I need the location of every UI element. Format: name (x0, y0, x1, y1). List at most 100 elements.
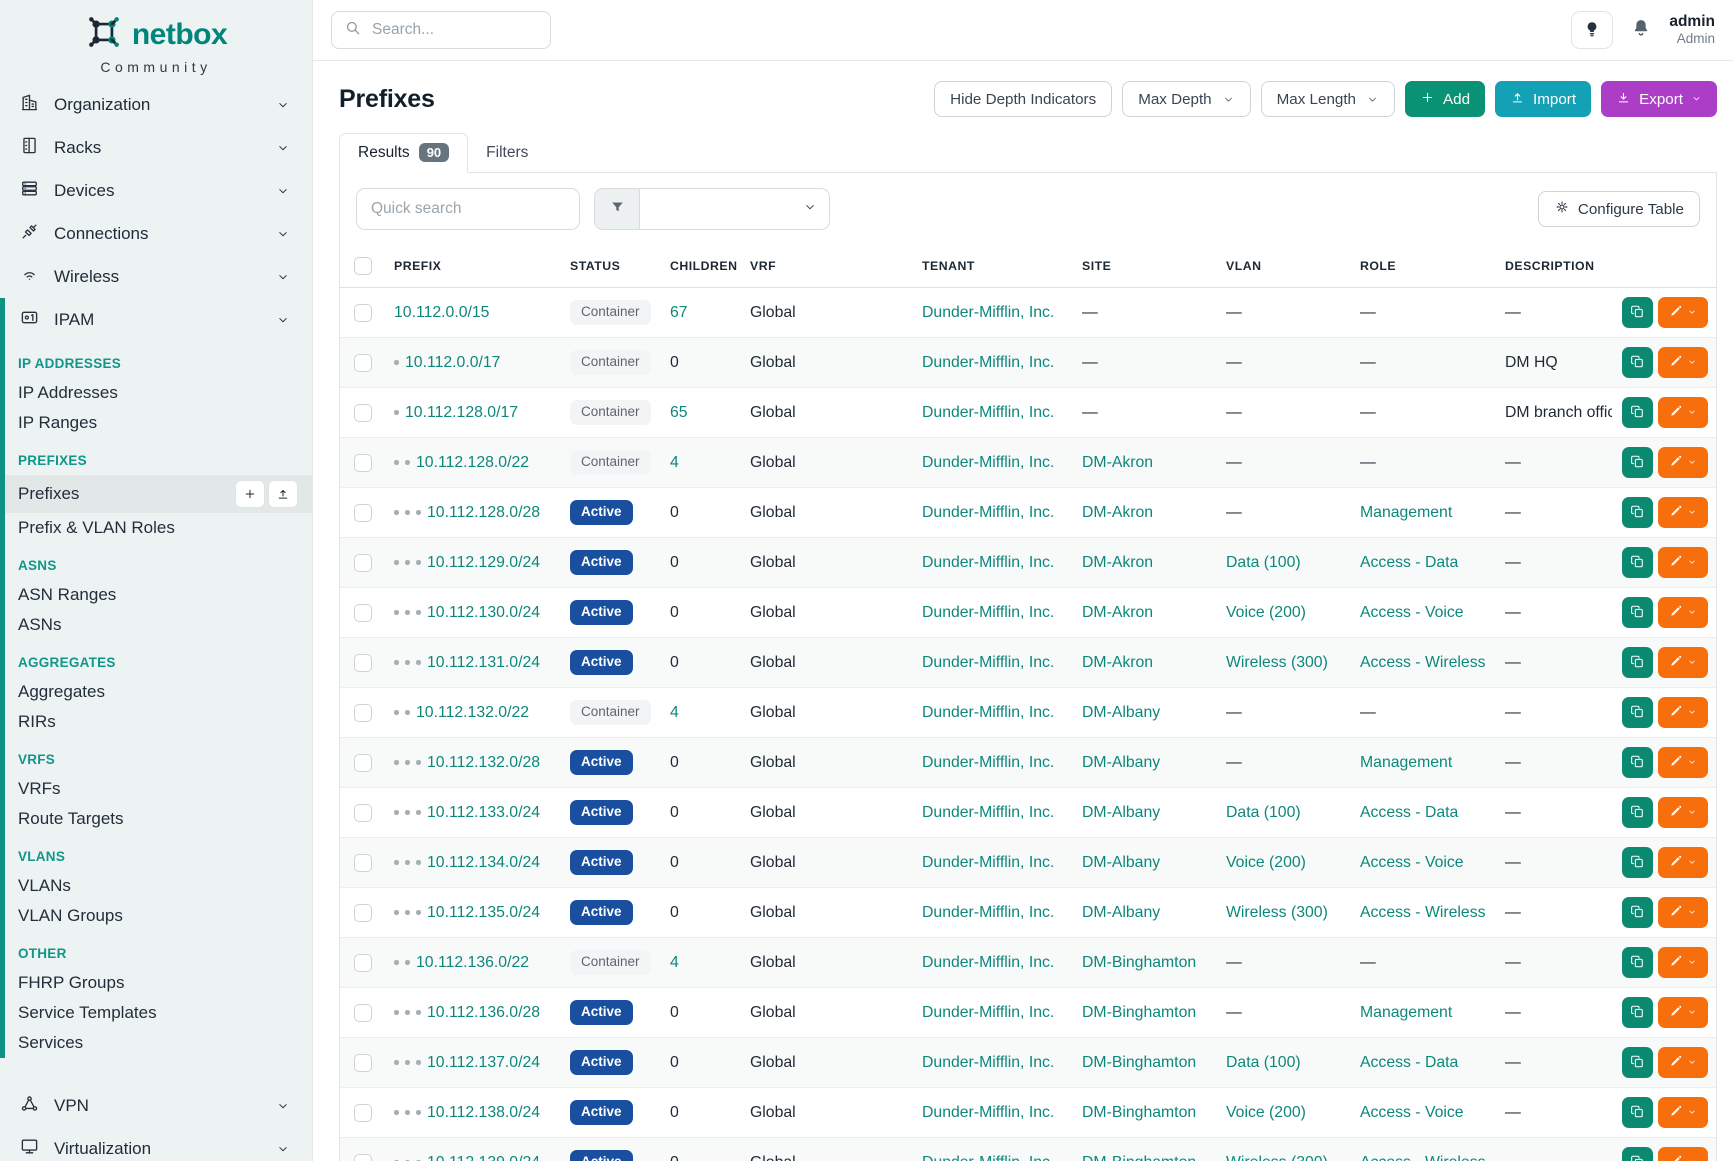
row-checkbox[interactable] (354, 354, 372, 372)
prefix-link[interactable]: 10.112.138.0/24 (427, 1104, 540, 1121)
children-link[interactable]: 4 (670, 704, 679, 721)
prefix-link[interactable]: 10.112.136.0/22 (416, 954, 529, 971)
role-link[interactable]: Management (1360, 754, 1452, 771)
edit-button[interactable] (1658, 697, 1708, 728)
sidebar-item-vrfs[interactable]: VRFs (5, 774, 312, 804)
user-menu[interactable]: admin Admin (1669, 12, 1715, 48)
prefix-link[interactable]: 10.112.132.0/22 (416, 704, 529, 721)
vlan-link[interactable]: Data (100) (1226, 554, 1301, 571)
row-checkbox[interactable] (354, 454, 372, 472)
select-all-checkbox[interactable] (354, 257, 372, 275)
tenant-link[interactable]: Dunder-Mifflin, Inc. (922, 854, 1054, 871)
prefix-link[interactable]: 10.112.135.0/24 (427, 904, 540, 921)
edit-button[interactable] (1658, 647, 1708, 678)
site-link[interactable]: DM-Akron (1082, 554, 1153, 571)
sidebar-item-aggregates[interactable]: Aggregates (5, 677, 312, 707)
row-checkbox[interactable] (354, 304, 372, 322)
role-link[interactable]: Access - Wireless (1360, 654, 1486, 671)
edit-button[interactable] (1658, 947, 1708, 978)
clone-button[interactable] (1622, 1097, 1653, 1128)
clone-button[interactable] (1622, 1147, 1653, 1161)
export-button[interactable]: Export (1601, 81, 1717, 117)
prefixes-add-button[interactable] (235, 480, 265, 508)
sidebar-item-connections[interactable]: Connections (0, 212, 312, 255)
tab-results[interactable]: Results 90 (339, 133, 468, 173)
site-link[interactable]: DM-Binghamton (1082, 1154, 1196, 1161)
clone-button[interactable] (1622, 897, 1653, 928)
tenant-link[interactable]: Dunder-Mifflin, Inc. (922, 1154, 1054, 1161)
sidebar-item-organization[interactable]: Organization (0, 83, 312, 126)
hide-depth-indicators-button[interactable]: Hide Depth Indicators (934, 81, 1112, 117)
add-button[interactable]: Add (1405, 81, 1485, 117)
vlan-link[interactable]: Wireless (300) (1226, 904, 1328, 921)
row-checkbox[interactable] (354, 1104, 372, 1122)
role-link[interactable]: Management (1360, 504, 1452, 521)
prefix-link[interactable]: 10.112.137.0/24 (427, 1054, 540, 1071)
role-link[interactable]: Access - Data (1360, 554, 1458, 571)
user-name[interactable]: admin (1669, 12, 1715, 31)
edit-button[interactable] (1658, 997, 1708, 1028)
children-link[interactable]: 4 (670, 954, 679, 971)
role-link[interactable]: Access - Voice (1360, 1104, 1464, 1121)
row-checkbox[interactable] (354, 954, 372, 972)
prefixes-import-button[interactable] (268, 480, 298, 508)
sidebar-item-asns[interactable]: ASNs (5, 610, 312, 640)
tenant-link[interactable]: Dunder-Mifflin, Inc. (922, 604, 1054, 621)
tenant-link[interactable]: Dunder-Mifflin, Inc. (922, 1104, 1054, 1121)
sidebar-item-ip-addresses[interactable]: IP Addresses (5, 378, 312, 408)
edit-button[interactable] (1658, 747, 1708, 778)
row-checkbox[interactable] (354, 754, 372, 772)
clone-button[interactable] (1622, 1047, 1653, 1078)
clone-button[interactable] (1622, 647, 1653, 678)
column-header-description[interactable]: DESCRIPTION (1495, 245, 1612, 288)
row-checkbox[interactable] (354, 604, 372, 622)
site-link[interactable]: DM-Albany (1082, 704, 1160, 721)
role-link[interactable]: Management (1360, 1004, 1452, 1021)
tenant-link[interactable]: Dunder-Mifflin, Inc. (922, 404, 1054, 421)
clone-button[interactable] (1622, 697, 1653, 728)
role-link[interactable]: Access - Data (1360, 1054, 1458, 1071)
tenant-link[interactable]: Dunder-Mifflin, Inc. (922, 704, 1054, 721)
role-link[interactable]: Access - Voice (1360, 854, 1464, 871)
vlan-link[interactable]: Wireless (300) (1226, 1154, 1328, 1161)
sidebar-item-ipam[interactable]: IPAM (5, 298, 312, 341)
sidebar-item-ip-ranges[interactable]: IP Ranges (5, 408, 312, 438)
row-checkbox[interactable] (354, 404, 372, 422)
column-header-vlan[interactable]: VLAN (1216, 245, 1350, 288)
tenant-link[interactable]: Dunder-Mifflin, Inc. (922, 1054, 1054, 1071)
sidebar-item-services[interactable]: Services (5, 1028, 312, 1058)
site-link[interactable]: DM-Akron (1082, 504, 1153, 521)
prefix-link[interactable]: 10.112.129.0/24 (427, 554, 540, 571)
prefix-link[interactable]: 10.112.0.0/17 (405, 354, 500, 371)
role-link[interactable]: Access - Voice (1360, 604, 1464, 621)
site-link[interactable]: DM-Binghamton (1082, 1104, 1196, 1121)
edit-button[interactable] (1658, 497, 1708, 528)
vlan-link[interactable]: Data (100) (1226, 1054, 1301, 1071)
site-link[interactable]: DM-Akron (1082, 604, 1153, 621)
vlan-link[interactable]: Voice (200) (1226, 1104, 1306, 1121)
edit-button[interactable] (1658, 447, 1708, 478)
edit-button[interactable] (1658, 347, 1708, 378)
clone-button[interactable] (1622, 397, 1653, 428)
row-checkbox[interactable] (354, 504, 372, 522)
edit-button[interactable] (1658, 547, 1708, 578)
site-link[interactable]: DM-Binghamton (1082, 954, 1196, 971)
sidebar-item-prefixes[interactable]: Prefixes (5, 475, 312, 513)
clone-button[interactable] (1622, 747, 1653, 778)
column-header-role[interactable]: ROLE (1350, 245, 1495, 288)
children-link[interactable]: 67 (670, 304, 688, 321)
prefix-link[interactable]: 10.112.128.0/22 (416, 454, 529, 471)
sidebar-item-fhrp-groups[interactable]: FHRP Groups (5, 968, 312, 998)
site-link[interactable]: DM-Akron (1082, 454, 1153, 471)
configure-table-button[interactable]: Configure Table (1538, 191, 1700, 227)
clone-button[interactable] (1622, 797, 1653, 828)
clone-button[interactable] (1622, 947, 1653, 978)
prefix-link[interactable]: 10.112.133.0/24 (427, 804, 540, 821)
column-header-site[interactable]: SITE (1072, 245, 1216, 288)
site-link[interactable]: DM-Akron (1082, 654, 1153, 671)
sidebar-item-asn-ranges[interactable]: ASN Ranges (5, 580, 312, 610)
site-link[interactable]: DM-Albany (1082, 804, 1160, 821)
row-checkbox[interactable] (354, 1004, 372, 1022)
prefix-link[interactable]: 10.112.0.0/15 (394, 304, 489, 321)
column-header-children[interactable]: CHILDREN (660, 245, 740, 288)
